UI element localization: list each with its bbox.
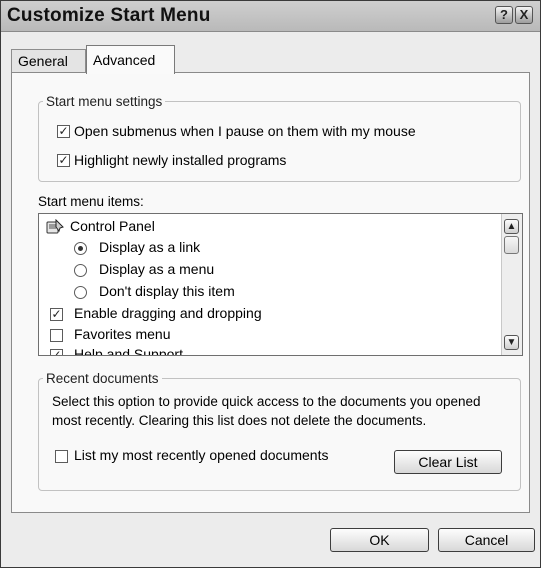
display-as-link-label: Display as a link: [99, 239, 201, 255]
open-submenus-checkbox[interactable]: ✓: [57, 125, 70, 138]
dont-display-radio[interactable]: [74, 286, 87, 299]
control-panel-icon: [46, 219, 64, 234]
scroll-down-button[interactable]: ▼: [504, 335, 519, 350]
start-menu-items-list[interactable]: Control Panel Display as a link Display …: [38, 213, 523, 356]
recent-documents-description: Select this option to provide quick acce…: [52, 394, 481, 428]
list-recent-documents-label: List my most recently opened documents: [74, 447, 329, 463]
list-scrollbar[interactable]: ▲ ▼: [501, 214, 522, 355]
ok-button[interactable]: OK: [330, 528, 429, 552]
display-as-link-radio[interactable]: [74, 242, 87, 255]
highlight-new-programs-checkbox[interactable]: ✓: [57, 154, 70, 167]
scroll-thumb[interactable]: [504, 236, 519, 254]
title-bar[interactable]: Customize Start Menu ? X: [1, 1, 540, 32]
help-button[interactable]: ?: [495, 6, 513, 24]
display-as-menu-label: Display as a menu: [99, 261, 215, 277]
favorites-menu-checkbox[interactable]: [50, 329, 63, 342]
display-as-menu-radio[interactable]: [74, 264, 87, 277]
window-title: Customize Start Menu: [7, 5, 211, 26]
scroll-up-button[interactable]: ▲: [504, 219, 519, 234]
control-panel-label: Control Panel: [70, 218, 155, 234]
tab-general[interactable]: General: [11, 49, 86, 72]
recent-documents-legend: Recent documents: [46, 371, 159, 386]
list-recent-documents-checkbox[interactable]: [55, 450, 68, 463]
dont-display-label: Don't display this item: [99, 283, 235, 299]
open-submenus-label: Open submenus when I pause on them with …: [74, 123, 416, 139]
enable-dragging-checkbox[interactable]: ✓: [50, 308, 63, 321]
highlight-new-programs-label: Highlight newly installed programs: [74, 152, 287, 168]
clear-list-button[interactable]: Clear List: [394, 450, 502, 474]
start-menu-items-viewport: Control Panel Display as a link Display …: [39, 214, 502, 355]
favorites-menu-label: Favorites menu: [74, 326, 171, 342]
enable-dragging-label: Enable dragging and dropping: [74, 305, 262, 321]
customize-start-menu-dialog: Customize Start Menu ? X General Advance…: [0, 0, 541, 568]
close-button[interactable]: X: [515, 6, 533, 24]
cancel-button[interactable]: Cancel: [438, 528, 535, 552]
tab-advanced[interactable]: Advanced: [86, 45, 175, 74]
help-and-support-checkbox[interactable]: ✓: [50, 349, 63, 355]
start-menu-settings-legend: Start menu settings: [46, 94, 163, 109]
start-menu-items-label: Start menu items:: [38, 194, 144, 209]
help-and-support-label: Help and Support: [74, 346, 183, 355]
